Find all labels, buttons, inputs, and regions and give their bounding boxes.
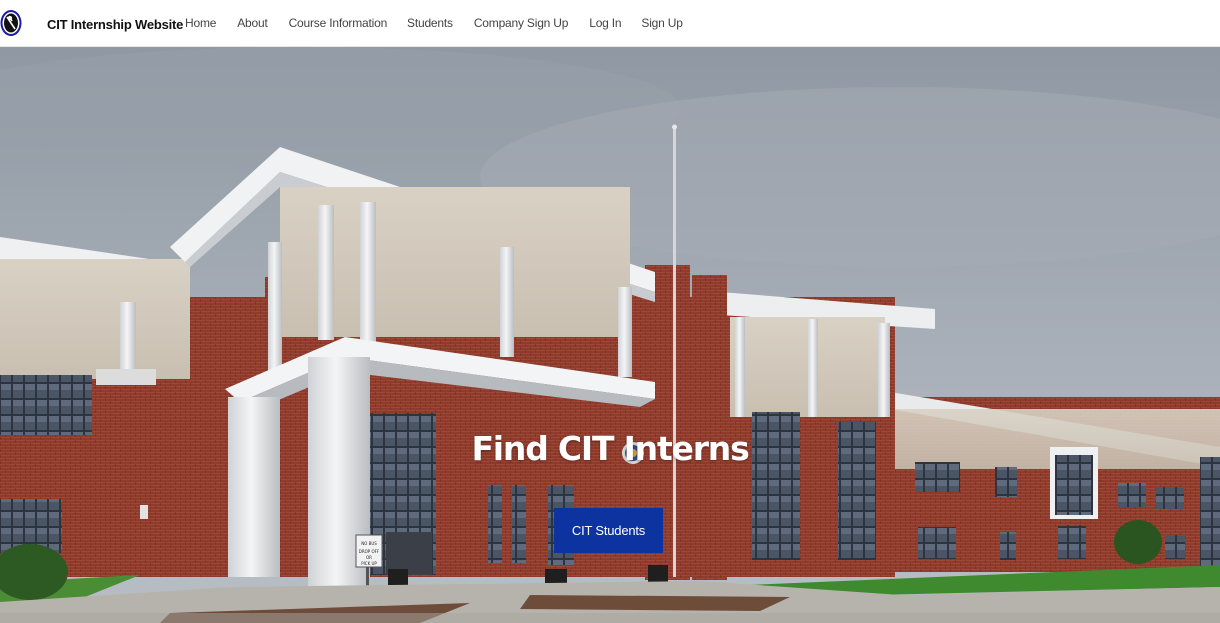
nav-link-sign-up[interactable]: Sign Up [641, 16, 682, 30]
nav-links: Home About Course Information Students C… [185, 16, 683, 30]
nav-link-home[interactable]: Home [185, 16, 216, 30]
nav-link-company-sign-up[interactable]: Company Sign Up [474, 16, 569, 30]
svg-text:OR: OR [366, 555, 372, 560]
svg-text:PICK UP: PICK UP [361, 561, 377, 566]
top-navbar: CIT Internship Website Home About Course… [0, 0, 1220, 47]
nav-link-students[interactable]: Students [407, 16, 453, 30]
brand-title[interactable]: CIT Internship Website [47, 17, 183, 32]
hero-title: Find CIT Interns [471, 429, 749, 468]
cit-logo-icon[interactable] [0, 9, 22, 37]
cit-students-button[interactable]: CIT Students [554, 508, 663, 553]
svg-text:DROP OFF: DROP OFF [359, 549, 380, 554]
hero-banner: NO BUS DROP OFF OR PICK UP Find CIT Inte… [0, 47, 1220, 623]
nav-link-log-in[interactable]: Log In [589, 16, 621, 30]
nav-link-course-information[interactable]: Course Information [289, 16, 388, 30]
bus-sign-text: NO BUS [361, 541, 377, 546]
nav-link-about[interactable]: About [237, 16, 268, 30]
